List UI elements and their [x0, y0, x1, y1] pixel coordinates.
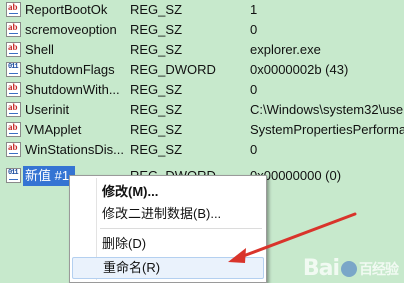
value-data: SystemPropertiesPerforma: [250, 122, 404, 137]
registry-row[interactable]: ab ShutdownWith... REG_SZ 0: [0, 80, 404, 100]
registry-row[interactable]: ab VMApplet REG_SZ SystemPropertiesPerfo…: [0, 120, 404, 140]
registry-row[interactable]: ab Shell REG_SZ explorer.exe: [0, 40, 404, 60]
watermark-text-right: 百经验: [359, 261, 399, 278]
icon-glyph: ab: [8, 102, 18, 112]
value-data: 1: [250, 2, 258, 17]
value-type: REG_SZ: [130, 2, 183, 17]
icon-glyph: ab: [8, 142, 18, 152]
value-data: C:\Windows\system32\useri: [250, 102, 404, 117]
string-value-icon: ab: [6, 102, 21, 117]
context-menu: 修改(M)... 修改二进制数据(B)... 删除(D) 重命名(R): [69, 175, 267, 283]
registry-row[interactable]: ab scremoveoption REG_SZ 0: [0, 20, 404, 40]
value-type: REG_SZ: [130, 82, 183, 97]
value-name: ShutdownFlags: [25, 62, 115, 77]
value-name: 新值 #1: [23, 166, 75, 186]
string-value-icon: ab: [6, 22, 21, 37]
value-type: REG_SZ: [130, 102, 183, 117]
value-name: VMApplet: [25, 122, 82, 137]
menu-item-delete[interactable]: 删除(D): [72, 233, 264, 255]
menu-item-modify[interactable]: 修改(M)...: [72, 181, 264, 203]
string-value-icon: ab: [6, 2, 21, 17]
value-name: scremoveoption: [25, 22, 117, 37]
string-value-icon: ab: [6, 82, 21, 97]
value-data: 0: [250, 22, 258, 37]
menu-item-modify-binary[interactable]: 修改二进制数据(B)...: [72, 203, 264, 225]
value-data: 0x00000000 (0): [250, 168, 342, 183]
icon-glyph: 011: [8, 169, 19, 177]
value-name: Shell: [25, 42, 54, 57]
icon-glyph: ab: [8, 42, 18, 52]
value-type: REG_SZ: [130, 22, 183, 37]
baidu-watermark: Bai 百经验: [302, 256, 399, 281]
value-data: 0x0000002b (43): [250, 62, 349, 77]
value-name: WinStationsDis...: [25, 142, 123, 157]
icon-glyph: 011: [8, 63, 19, 71]
value-type: REG_SZ: [130, 142, 183, 157]
value-name: ReportBootOk: [25, 2, 108, 17]
watermark-text-left: Bai: [302, 256, 340, 281]
menu-separator: [100, 228, 262, 229]
menu-item-rename[interactable]: 重命名(R): [72, 257, 264, 279]
value-data: 0: [250, 142, 258, 157]
binary-value-icon: 011: [6, 168, 21, 183]
registry-row[interactable]: ab WinStationsDis... REG_SZ 0: [0, 140, 404, 160]
paw-icon: [341, 260, 357, 277]
value-data: 0: [250, 82, 258, 97]
value-type: REG_SZ: [130, 42, 183, 57]
registry-row[interactable]: 011 ShutdownFlags REG_DWORD 0x0000002b (…: [0, 60, 404, 80]
value-data: explorer.exe: [250, 42, 321, 57]
string-value-icon: ab: [6, 42, 21, 57]
icon-glyph: ab: [8, 82, 18, 92]
icon-glyph: ab: [8, 22, 18, 32]
value-name: Userinit: [25, 102, 70, 117]
icon-glyph: ab: [8, 122, 18, 132]
string-value-icon: ab: [6, 122, 21, 137]
registry-row[interactable]: ab Userinit REG_SZ C:\Windows\system32\u…: [0, 100, 404, 120]
value-type: REG_SZ: [130, 122, 183, 137]
string-value-icon: ab: [6, 142, 21, 157]
value-name: ShutdownWith...: [25, 82, 120, 97]
icon-glyph: ab: [8, 2, 18, 12]
registry-row[interactable]: ab ReportBootOk REG_SZ 1: [0, 0, 404, 20]
value-type: REG_DWORD: [130, 62, 216, 77]
binary-value-icon: 011: [6, 62, 21, 77]
